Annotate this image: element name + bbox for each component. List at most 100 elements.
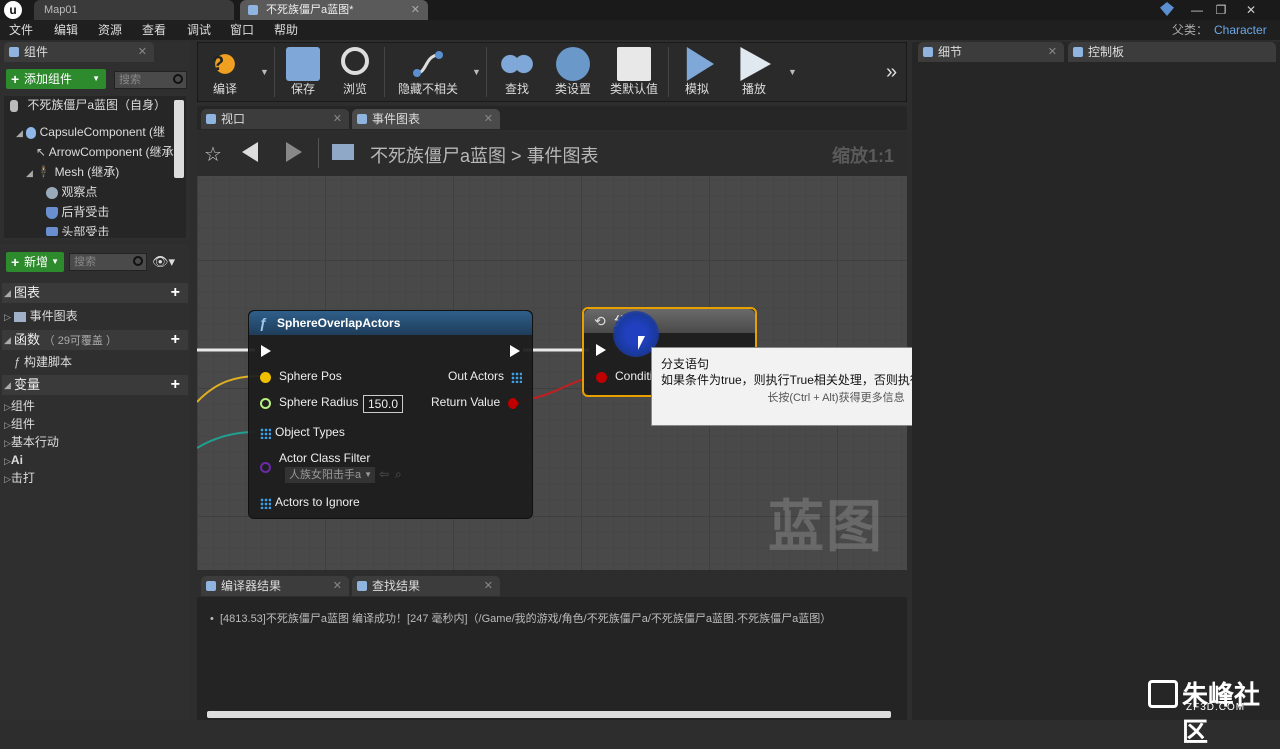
exec-in-pin[interactable] bbox=[261, 345, 271, 357]
browse-button[interactable]: 浏览 bbox=[332, 43, 378, 101]
tree-item-root[interactable]: 不死族僵尸a蓝图（自身） bbox=[10, 95, 166, 115]
expand-triangle-icon[interactable]: ▷ bbox=[4, 312, 11, 322]
save-button[interactable]: 保存 bbox=[280, 43, 326, 101]
exec-out-pin[interactable] bbox=[510, 345, 520, 357]
tree-item-mesh[interactable]: ◢ 🕴 Mesh (继承) bbox=[26, 162, 119, 182]
find-button[interactable]: 查找 bbox=[494, 43, 540, 101]
minimize-button[interactable]: — bbox=[1186, 0, 1208, 20]
collapse-triangle-icon[interactable]: ◢ bbox=[4, 330, 11, 350]
visibility-eye-icon[interactable]: 👁▾ bbox=[152, 253, 182, 271]
hide-unrelated-chevron-icon[interactable]: ▼ bbox=[472, 67, 481, 77]
horizontal-scrollbar[interactable] bbox=[207, 711, 891, 718]
variable-category-3[interactable]: ▷基本行动 bbox=[4, 432, 59, 452]
parent-class-link[interactable]: Character bbox=[1214, 20, 1267, 40]
menu-asset[interactable]: 资源 bbox=[98, 20, 122, 40]
actor-class-filter-dropdown[interactable]: 人族女阳击手a ▼ bbox=[285, 467, 375, 483]
add-component-button[interactable]: + 添加组件 ▼ bbox=[6, 69, 106, 89]
tree-item-capsule[interactable]: ◢ CapsuleComponent (继 bbox=[16, 122, 165, 142]
add-variable-plus-icon[interactable]: + bbox=[171, 375, 180, 395]
collapse-triangle-icon[interactable]: ◢ bbox=[4, 375, 11, 395]
use-selected-arrow-icon[interactable]: ⇦ bbox=[379, 467, 389, 481]
tab-event-graph[interactable]: 事件图表 ✕ bbox=[352, 109, 500, 129]
variable-category-1[interactable]: ▷组件 bbox=[4, 396, 35, 416]
tab-map01[interactable]: Map01 bbox=[34, 0, 234, 20]
expand-triangle-icon[interactable]: ▷ bbox=[4, 420, 11, 430]
maximize-button[interactable]: ❐ bbox=[1210, 0, 1232, 20]
menu-help[interactable]: 帮助 bbox=[274, 20, 298, 40]
sphere-pos-pin[interactable] bbox=[260, 372, 271, 383]
tab-viewport[interactable]: 视口 ✕ bbox=[201, 109, 349, 129]
sphere-overlap-node[interactable]: ƒ SphereOverlapActors Sphere Pos Sphere … bbox=[248, 310, 533, 519]
tab-details[interactable]: 细节 ✕ bbox=[918, 42, 1064, 62]
sphere-radius-pin[interactable] bbox=[260, 398, 271, 409]
variable-category-5[interactable]: ▷击打 bbox=[4, 468, 35, 488]
log-line[interactable]: • [4813.53]不死族僵尸a蓝图 编译成功！[247 毫秒内]（/Game… bbox=[210, 610, 831, 626]
menu-debug[interactable]: 调试 bbox=[187, 20, 211, 40]
object-types-pin[interactable] bbox=[260, 428, 271, 439]
components-search-input[interactable]: 搜索 bbox=[114, 71, 187, 89]
tab-blueprint[interactable]: 不死族僵尸a蓝图* ✕ bbox=[240, 0, 428, 20]
close-button[interactable]: ✕ bbox=[1240, 0, 1262, 20]
section-functions[interactable]: ◢ 函数 （ 29可覆盖 ） + bbox=[2, 330, 188, 350]
actor-class-filter-pin[interactable] bbox=[260, 462, 271, 473]
hide-unrelated-button[interactable]: 隐藏不相关 bbox=[390, 43, 466, 101]
add-function-plus-icon[interactable]: + bbox=[171, 330, 180, 350]
tab-compiler-results[interactable]: 编译器结果 ✕ bbox=[201, 576, 349, 596]
actors-to-ignore-pin[interactable] bbox=[260, 498, 271, 509]
class-settings-button[interactable]: 类设置 bbox=[548, 43, 598, 101]
exec-in-pin[interactable] bbox=[596, 344, 606, 356]
back-arrow-icon[interactable] bbox=[242, 142, 258, 162]
tree-item-lookpoint[interactable]: 观察点 bbox=[46, 182, 97, 202]
section-graphs[interactable]: ◢ 图表 + bbox=[2, 283, 188, 303]
blueprint-search-input[interactable]: 搜索 bbox=[69, 253, 147, 271]
section-variables[interactable]: ◢ 变量 + bbox=[2, 375, 188, 395]
variable-category-4[interactable]: ▷Ai bbox=[4, 450, 23, 470]
tree-item-arrow[interactable]: ↖ ArrowComponent (继承 bbox=[36, 142, 173, 162]
simulate-button[interactable]: 模拟 bbox=[674, 43, 720, 101]
close-icon[interactable]: ✕ bbox=[484, 576, 493, 596]
tree-item-headhit[interactable]: 头部受击 bbox=[46, 222, 109, 236]
expand-triangle-icon[interactable]: ▷ bbox=[4, 456, 11, 466]
expand-triangle-icon[interactable]: ▷ bbox=[4, 402, 11, 412]
close-icon[interactable]: ✕ bbox=[333, 576, 342, 596]
expand-triangle-icon[interactable]: ◢ bbox=[26, 168, 33, 178]
components-scrollbar[interactable] bbox=[174, 100, 184, 178]
variable-category-2[interactable]: ▷组件 bbox=[4, 414, 35, 434]
out-actors-pin[interactable] bbox=[511, 372, 522, 383]
collapse-triangle-icon[interactable]: ◢ bbox=[4, 283, 11, 303]
tree-item-backhit[interactable]: 后背受击 bbox=[46, 202, 109, 222]
forward-arrow-icon[interactable] bbox=[286, 142, 302, 162]
breadcrumb-root[interactable]: 不死族僵尸a蓝图 bbox=[370, 146, 506, 166]
play-button[interactable]: 播放 bbox=[728, 43, 780, 101]
browse-search-icon[interactable]: ⌕ bbox=[395, 467, 402, 482]
close-icon[interactable]: ✕ bbox=[484, 109, 493, 129]
close-icon[interactable]: ✕ bbox=[138, 42, 147, 62]
close-icon[interactable]: ✕ bbox=[411, 0, 420, 20]
class-defaults-button[interactable]: 类默认值 bbox=[606, 43, 662, 101]
unreal-logo-icon[interactable]: u bbox=[4, 1, 22, 19]
close-icon[interactable]: ✕ bbox=[333, 109, 342, 129]
toolbar-overflow-icon[interactable]: » bbox=[886, 61, 897, 84]
return-value-pin[interactable] bbox=[508, 398, 519, 409]
compile-options-chevron-icon[interactable]: ▼ bbox=[260, 67, 269, 77]
add-new-button[interactable]: + 新增 ▼ bbox=[6, 252, 64, 272]
menu-edit[interactable]: 编辑 bbox=[54, 20, 78, 40]
close-icon[interactable]: ✕ bbox=[1048, 42, 1057, 62]
list-item-construction-script[interactable]: ƒ 构建脚本 bbox=[14, 352, 72, 372]
condition-pin[interactable] bbox=[596, 372, 607, 383]
bookmark-star-icon[interactable]: ☆ bbox=[204, 142, 222, 167]
add-graph-plus-icon[interactable]: + bbox=[171, 283, 180, 303]
tab-palette[interactable]: 控制板 bbox=[1068, 42, 1276, 62]
tab-find-results[interactable]: 查找结果 ✕ bbox=[352, 576, 500, 596]
menu-window[interactable]: 窗口 bbox=[230, 20, 254, 40]
menu-view[interactable]: 查看 bbox=[142, 20, 166, 40]
list-item-event-graph[interactable]: ▷ 事件图表 bbox=[4, 306, 78, 326]
sphere-radius-input[interactable]: 150.0 bbox=[363, 395, 403, 413]
menu-file[interactable]: 文件 bbox=[9, 20, 33, 40]
play-options-chevron-icon[interactable]: ▼ bbox=[788, 67, 797, 77]
expand-triangle-icon[interactable]: ◢ bbox=[16, 128, 23, 138]
compile-button[interactable]: ? 编译 bbox=[200, 43, 250, 101]
expand-triangle-icon[interactable]: ▷ bbox=[4, 438, 11, 448]
tab-components[interactable]: 组件 ✕ bbox=[4, 42, 154, 62]
expand-triangle-icon[interactable]: ▷ bbox=[4, 474, 11, 484]
